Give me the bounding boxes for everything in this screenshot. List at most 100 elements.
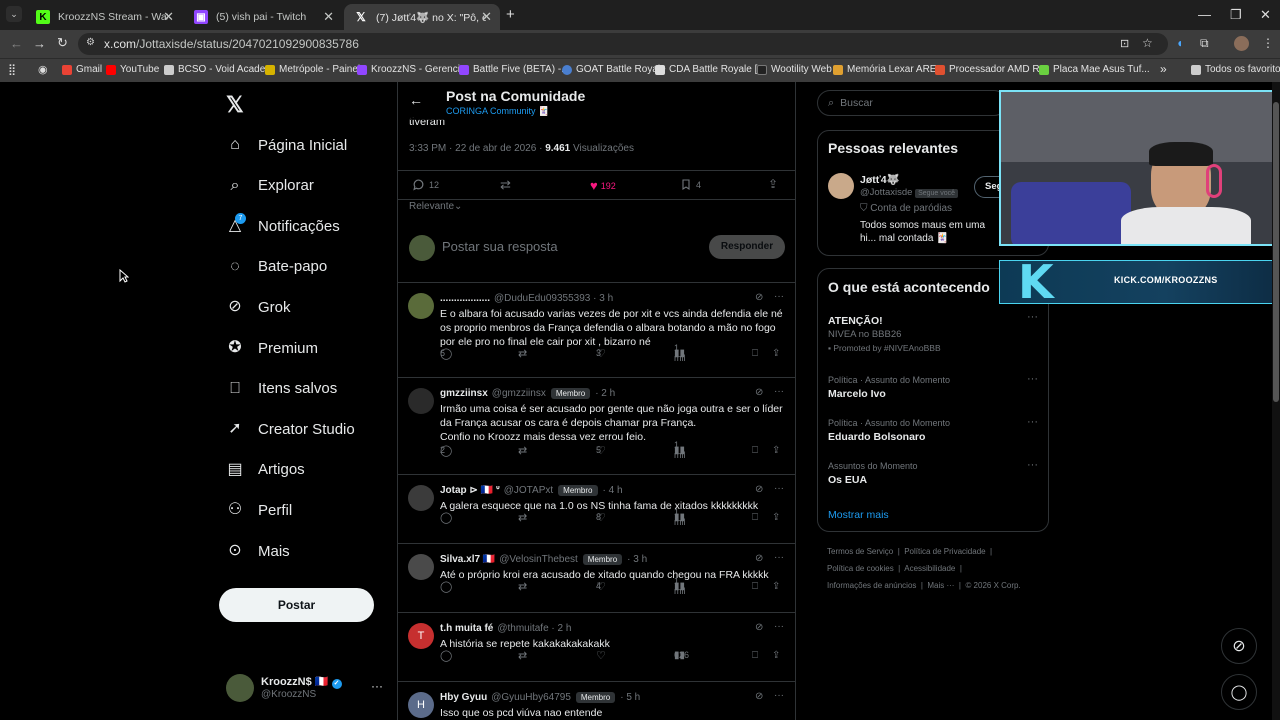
- avatar[interactable]: [408, 388, 434, 414]
- trend-item[interactable]: Política · Assunto do Momento Marcelo Ivo: [828, 375, 950, 400]
- forward-icon[interactable]: →: [33, 36, 46, 51]
- more-icon[interactable]: ···: [774, 552, 784, 563]
- puzzle-icon[interactable]: ⧉: [1200, 36, 1209, 51]
- avatar[interactable]: [408, 485, 434, 511]
- more-icon[interactable]: ···: [371, 679, 383, 693]
- grok-icon[interactable]: ⊘: [755, 387, 763, 398]
- reply-item[interactable]: Tt.h muita fé @thmuitafe · 2 h ⊘ ··· A histó…: [398, 612, 795, 681]
- reply-author[interactable]: gmzziinsx: [440, 388, 488, 399]
- avatar[interactable]: H: [408, 692, 434, 718]
- bookmark-bcso[interactable]: BCSO - Void Acade...: [164, 64, 274, 75]
- bookmark-cda[interactable]: CDA Battle Royale [...: [655, 64, 766, 75]
- nav-item-home[interactable]: ⌂ Página Inicial: [226, 131, 347, 159]
- more-icon[interactable]: ···: [774, 483, 784, 494]
- bookmark-memoria[interactable]: Memória Lexar ARE...: [833, 64, 945, 75]
- window-close-icon[interactable]: ✕: [1260, 7, 1271, 23]
- reply-submit-button[interactable]: Responder: [709, 235, 785, 259]
- grok-icon[interactable]: ⊘: [755, 691, 763, 702]
- back-arrow-icon[interactable]: ←: [409, 92, 423, 108]
- more-icon[interactable]: ···: [774, 621, 784, 632]
- avatar[interactable]: [408, 293, 434, 319]
- reply-input[interactable]: Postar sua resposta: [442, 239, 558, 254]
- reply-author[interactable]: t.h muita fé: [440, 623, 493, 634]
- reply-item[interactable]: H Hby Gyuu @GyuuHby64795 Membro · 5 h ⊘ ··· Iss…: [398, 681, 795, 720]
- nav-item-more[interactable]: ⊙ Mais: [226, 537, 289, 565]
- close-icon[interactable]: ✕: [481, 9, 492, 25]
- avatar[interactable]: [408, 554, 434, 580]
- grok-icon[interactable]: ⊘: [755, 553, 763, 564]
- bookmark-kroozzns[interactable]: KroozzNS - Gerenci...: [357, 64, 468, 75]
- tab-twitch[interactable]: ▣ (5) vish pai - Twitch ✕: [184, 4, 342, 30]
- tab-x[interactable]: 𝕏 (7) Jøtť4🐺 no X: "Pô, esse é o ✕: [344, 4, 500, 30]
- maximize-icon[interactable]: ❐: [1230, 7, 1242, 23]
- bookmark-wootility[interactable]: Wootility Web: [757, 64, 832, 75]
- page-scrollbar[interactable]: [1272, 82, 1280, 720]
- bookmark-battle-five[interactable]: Battle Five (BETA) -...: [459, 64, 570, 75]
- reply-author[interactable]: Jotap ⊳ 🇫🇷 ᐡ: [440, 485, 500, 496]
- community-link[interactable]: CORINGA Community 🃏: [446, 106, 549, 117]
- bookmark-gmail[interactable]: Gmail: [62, 64, 102, 75]
- like-button[interactable]: ♥ 192: [590, 178, 616, 193]
- apps-icon[interactable]: ⣿: [8, 63, 16, 76]
- bookmark-youtube[interactable]: YouTube: [106, 64, 159, 75]
- reply-author[interactable]: ..................: [440, 293, 490, 304]
- more-icon[interactable]: ···: [1027, 373, 1038, 385]
- tab-kick[interactable]: K KroozzNS Stream - Watch Live ✕: [26, 4, 182, 30]
- chat-floating-button[interactable]: ◯: [1221, 674, 1257, 710]
- minimize-icon[interactable]: —: [1198, 7, 1211, 22]
- menu-icon[interactable]: ⋮: [1262, 36, 1274, 50]
- reply-item[interactable]: gmzziinsx @gmzziinsx Membro · 2 h ⊘ ··· Irmão …: [398, 377, 795, 474]
- sort-dropdown[interactable]: Relevante⌄: [409, 201, 462, 212]
- x-logo-icon[interactable]: 𝕏: [226, 92, 244, 118]
- all-bookmarks[interactable]: Todos os favoritos: [1191, 64, 1280, 75]
- more-icon[interactable]: ···: [774, 291, 784, 302]
- footer-link[interactable]: Termos de Serviço: [827, 547, 893, 556]
- close-icon[interactable]: ✕: [163, 9, 174, 25]
- site-info-icon[interactable]: ⚙: [86, 37, 95, 48]
- nav-item-person[interactable]: ⚇ Perfil: [226, 496, 292, 524]
- reply-item[interactable]: Jotap ⊳ 🇫🇷 ᐡ @JOTAPxt Membro · 4 h ⊘ ··· A gal…: [398, 474, 795, 543]
- reply-button[interactable]: 12: [412, 178, 439, 191]
- footer-link[interactable]: Mais ···: [927, 581, 954, 590]
- grok-icon[interactable]: ⊘: [755, 622, 763, 633]
- bookmarks-more[interactable]: »: [1160, 62, 1167, 76]
- footer-link[interactable]: Política de cookies: [827, 564, 894, 573]
- more-icon[interactable]: ···: [1027, 459, 1038, 471]
- reply-author[interactable]: Silva.xl7 🇫🇷: [440, 554, 495, 565]
- bookmark-placa[interactable]: Placa Mae Asus Tuf...: [1039, 64, 1150, 75]
- bookmark-goat[interactable]: GOAT Battle Royale: [562, 64, 666, 75]
- nav-item-chat[interactable]: ◌ Bate-papo: [226, 253, 327, 281]
- post-button[interactable]: Postar: [219, 588, 374, 622]
- extension-icon[interactable]: ◖: [1176, 36, 1183, 50]
- footer-link[interactable]: Política de Privacidade: [904, 547, 985, 556]
- show-more-link[interactable]: Mostrar mais: [828, 509, 889, 521]
- install-icon[interactable]: ⊡: [1120, 37, 1129, 50]
- profile-avatar[interactable]: [1234, 36, 1249, 51]
- more-icon[interactable]: ···: [774, 386, 784, 397]
- grok-icon[interactable]: ⊘: [755, 292, 763, 303]
- footer-link[interactable]: Acessibilidade: [904, 564, 955, 573]
- nav-item-bell[interactable]: △ 7 Notificações: [226, 212, 340, 240]
- share-button[interactable]: ⇪: [768, 177, 778, 191]
- reply-item[interactable]: Silva.xl7 🇫🇷 @VelosinThebest Membro · 3 h ⊘ ·…: [398, 543, 795, 612]
- avatar[interactable]: T: [408, 623, 434, 649]
- nav-item-premium[interactable]: ✪ Premium: [226, 334, 318, 362]
- nav-item-bookmark[interactable]: ⎕ Itens salvos: [226, 375, 337, 403]
- nav-item-article[interactable]: ▤ Artigos: [226, 456, 304, 484]
- repost-button[interactable]: ⇄: [500, 177, 511, 193]
- bookmark-button[interactable]: 4: [680, 178, 701, 191]
- search-bar[interactable]: ⌕ Buscar: [817, 90, 1007, 116]
- chrome-icon[interactable]: ◉: [38, 63, 48, 76]
- reply-item[interactable]: .................. @DuduEdu09355393 · 3 h…: [398, 282, 795, 377]
- close-icon[interactable]: ✕: [323, 9, 334, 25]
- account-switcher[interactable]: KroozzN$ 🇫🇷 ✓ @KroozzNS ···: [226, 674, 386, 704]
- star-icon[interactable]: ☆: [1142, 36, 1153, 50]
- nav-item-search[interactable]: ⌕ Explorar: [226, 172, 314, 200]
- more-icon[interactable]: ···: [1027, 416, 1038, 428]
- grok-floating-button[interactable]: ⊘: [1221, 628, 1257, 664]
- person-name[interactable]: Jøtť4🐺: [860, 173, 900, 186]
- nav-item-grok[interactable]: ⊘ Grok: [226, 293, 290, 321]
- trend-item[interactable]: Assuntos do Momento Os EUA: [828, 461, 918, 486]
- more-icon[interactable]: ···: [774, 690, 784, 701]
- new-tab-icon[interactable]: +: [506, 6, 515, 23]
